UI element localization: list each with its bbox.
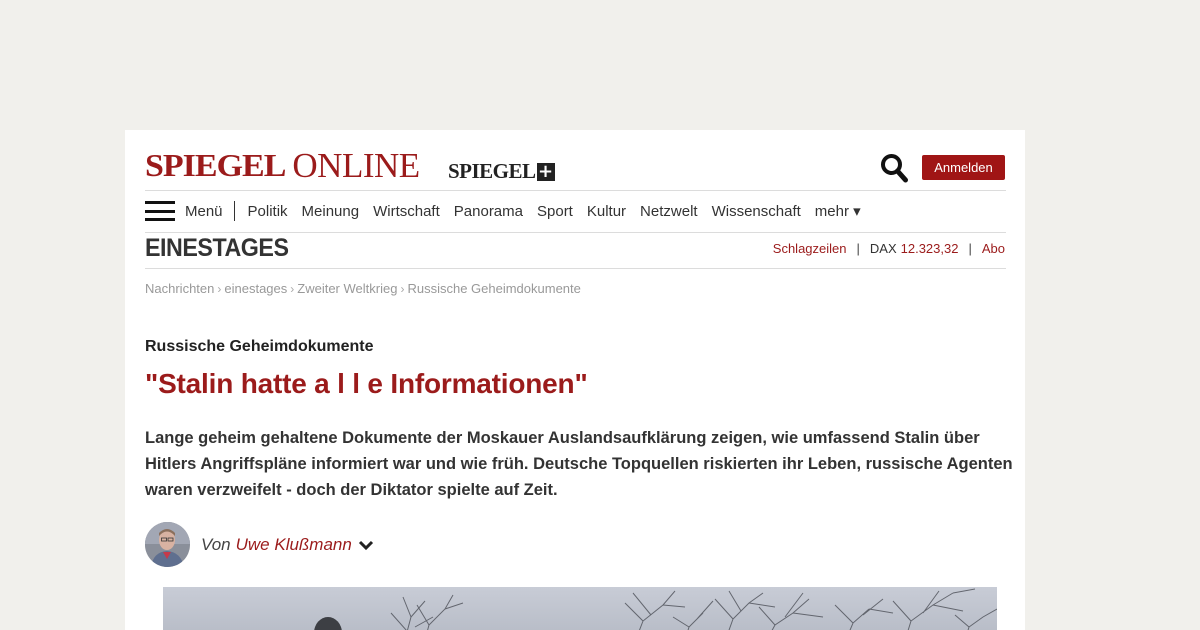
breadcrumb-item[interactable]: Zweiter Weltkrieg [297, 281, 397, 296]
article-kicker: Russische Geheimdokumente [145, 338, 374, 355]
nav-item-panorama[interactable]: Panorama [454, 203, 523, 220]
dax-label: DAX [869, 241, 897, 256]
nav-item-wissenschaft[interactable]: Wissenschaft [712, 203, 801, 220]
author-row: Von Uwe Klußmann [145, 522, 374, 567]
breadcrumb-item[interactable]: einestages [224, 281, 287, 296]
pipe-separator: | [856, 241, 860, 256]
section-title[interactable]: EINESTAGES [145, 234, 289, 263]
nav-item-sport[interactable]: Sport [537, 203, 573, 220]
nav-divider [145, 232, 1006, 233]
nav-item-politik[interactable]: Politik [248, 203, 288, 220]
hero-image [163, 587, 997, 630]
hamburger-menu-icon[interactable] [145, 201, 175, 221]
article-headline: "Stalin hatte a l l e Informationen" [145, 368, 588, 399]
chevron-right-icon: › [290, 281, 295, 296]
nav-item-kultur[interactable]: Kultur [587, 203, 626, 220]
breadcrumb-item[interactable]: Nachrichten [145, 281, 214, 296]
author-link[interactable]: Uwe Klußmann [236, 535, 352, 555]
dax-ticker[interactable]: DAX 12.323,32 [870, 241, 959, 256]
chevron-right-icon: › [217, 281, 222, 296]
nav-item-wirtschaft[interactable]: Wirtschaft [373, 203, 440, 220]
headlines-link[interactable]: Schlagzeilen [773, 241, 847, 256]
chevron-down-icon[interactable] [358, 539, 374, 551]
nav-item-netzwelt[interactable]: Netzwelt [640, 203, 698, 220]
nav-more-dropdown[interactable]: mehr ▾ [815, 202, 861, 220]
abo-link[interactable]: Abo [982, 241, 1005, 256]
logo-online-text: ONLINE [292, 146, 420, 185]
spiegel-online-logo[interactable]: SPIEGEL ONLINE [145, 146, 420, 185]
byline: Von Uwe Klußmann [201, 535, 374, 555]
byline-prefix: Von [201, 534, 231, 554]
spiegel-plus-logo[interactable]: SPIEGEL + [448, 159, 555, 184]
article-lead: Lange geheim gehaltene Dokumente der Mos… [145, 429, 1013, 499]
page-container: SPIEGEL ONLINE SPIEGEL + Anmelden Menü P… [125, 130, 1025, 630]
author-avatar[interactable] [145, 522, 190, 567]
spiegel-plus-text: SPIEGEL [448, 159, 536, 183]
nav-menu-label[interactable]: Menü [185, 203, 223, 220]
login-button[interactable]: Anmelden [922, 155, 1005, 180]
main-nav: Menü Politik Meinung Wirtschaft Panorama… [145, 191, 861, 231]
dax-value: 12.323,32 [900, 241, 959, 256]
breadcrumb-item-current[interactable]: Russische Geheimdokumente [407, 281, 580, 296]
search-icon[interactable] [880, 153, 908, 183]
chevron-right-icon: › [400, 281, 405, 296]
section-divider [145, 268, 1006, 269]
nav-separator [233, 201, 235, 221]
plus-icon: + [536, 160, 555, 182]
logo-spiegel-text: SPIEGEL [145, 149, 286, 184]
breadcrumb: Nachrichten › einestages › Zweiter Weltk… [145, 281, 581, 296]
nav-item-meinung[interactable]: Meinung [302, 203, 360, 220]
section-links: Schlagzeilen | DAX 12.323,32 | Abo [773, 241, 1005, 256]
pipe-separator: | [968, 241, 972, 256]
